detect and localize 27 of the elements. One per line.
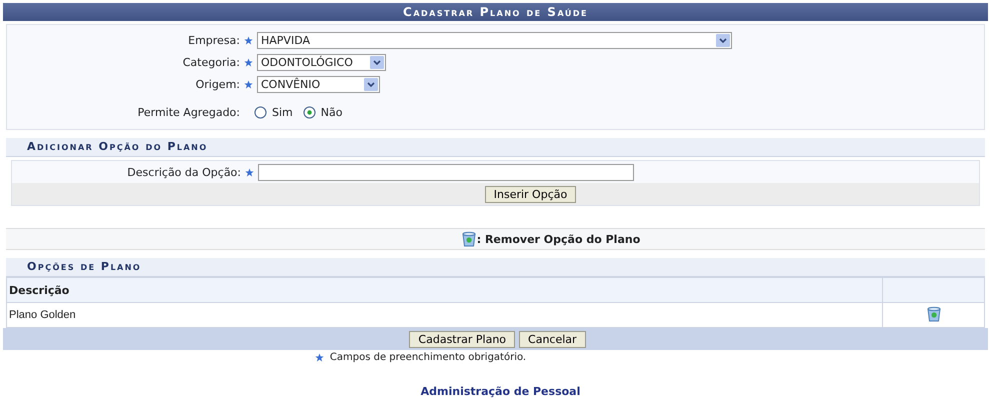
field-label: Empresa:	[187, 34, 241, 46]
section-header: Adicionar Opção do Plano	[6, 138, 985, 157]
radio-button[interactable]	[302, 106, 316, 118]
column-header: Descrição	[6, 278, 882, 302]
field-label: Origem:	[194, 78, 241, 90]
select-field[interactable]: HAPVIDA	[257, 32, 732, 48]
legend-text: : Remover Opção do Plano	[476, 232, 640, 246]
trash-can-icon[interactable]	[460, 231, 477, 247]
field-label: Permite Agregado:	[136, 106, 241, 118]
field-label: Descrição da Opção:	[126, 166, 242, 178]
required-note: Campos de preenchimento obrigatório.	[330, 352, 526, 363]
description-input[interactable]	[258, 164, 634, 180]
select-field[interactable]: ODONTOLÓGICO	[257, 54, 386, 70]
radio-label: Não	[320, 106, 342, 118]
cancel-button[interactable]: Cancelar	[519, 330, 586, 348]
insert-option-button[interactable]: Inserir Opção	[484, 186, 576, 203]
footer-link[interactable]: Administração de Pessoal	[420, 385, 580, 398]
radio-label: Sim	[272, 106, 293, 118]
trash-can-icon[interactable]	[926, 306, 942, 322]
required-star-icon	[314, 353, 324, 362]
submit-button[interactable]: Cadastrar Plano	[409, 330, 516, 348]
page-title: Cadastrar Plano de Saúde	[3, 3, 988, 21]
select-field[interactable]: CONVÊNIO	[257, 76, 380, 92]
table-cell: Plano Golden	[6, 302, 882, 328]
section-header: Opções de Plano	[6, 258, 985, 277]
radio-button[interactable]	[254, 106, 267, 118]
field-label: Categoria:	[182, 56, 241, 68]
